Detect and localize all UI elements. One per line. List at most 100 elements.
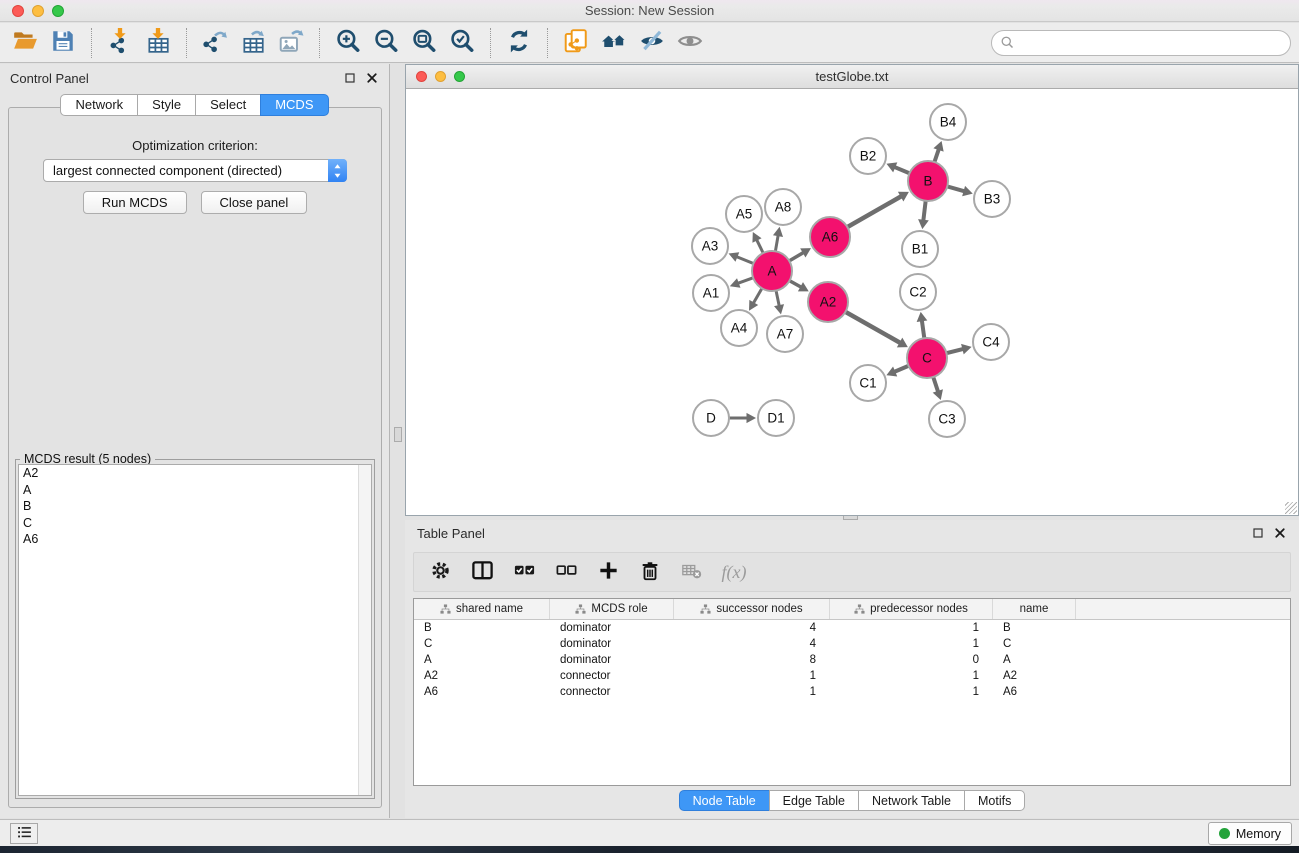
table-cell: connector [550, 668, 674, 684]
result-list-scrollbar[interactable] [358, 465, 371, 795]
svg-text:A7: A7 [777, 327, 794, 342]
graph-node-B4[interactable]: B4 [930, 104, 966, 140]
graph-node-A7[interactable]: A7 [767, 316, 803, 352]
graph-node-B1[interactable]: B1 [902, 231, 938, 267]
graph-node-B2[interactable]: B2 [850, 138, 886, 174]
run-mcds-button[interactable]: Run MCDS [83, 191, 187, 214]
vertical-splitter-grip[interactable] [394, 427, 402, 442]
table-cell: 8 [674, 652, 830, 668]
trash-button[interactable] [636, 558, 664, 586]
tab-edge-table[interactable]: Edge Table [769, 790, 859, 811]
column-header-mcds-role[interactable]: MCDS role [550, 599, 674, 619]
resize-grip-icon[interactable] [1285, 502, 1297, 514]
graph-node-A5[interactable]: A5 [726, 196, 762, 232]
table-row[interactable]: A2connector11A2 [414, 668, 1290, 684]
svg-text:A8: A8 [775, 200, 792, 215]
import-table-button[interactable] [141, 26, 175, 60]
float-panel-button[interactable] [343, 71, 357, 85]
tab-style[interactable]: Style [137, 94, 196, 116]
split-view-button[interactable] [468, 558, 496, 586]
tab-select[interactable]: Select [195, 94, 261, 116]
memory-button[interactable]: Memory [1208, 822, 1292, 845]
graph-node-C4[interactable]: C4 [973, 324, 1009, 360]
show-all-button[interactable] [673, 26, 707, 60]
tab-network-table[interactable]: Network Table [858, 790, 965, 811]
network-canvas[interactable]: B4 B2 B B3 A5 A8 A6 A3 B1 A C2 A1 A2 A4 A7 C4 C C1 C3 D D1 [406, 89, 1298, 515]
network-column-icon [700, 604, 711, 615]
result-list-item[interactable]: C [19, 515, 371, 532]
result-list-item[interactable]: A6 [19, 531, 371, 548]
network-window-titlebar[interactable]: testGlobe.txt [406, 65, 1298, 89]
graph-node-C1[interactable]: C1 [850, 365, 886, 401]
graph-node-A[interactable]: A [752, 251, 792, 291]
network-column-icon [575, 604, 586, 615]
zoom-selected-button[interactable] [445, 26, 479, 60]
task-history-button[interactable] [10, 823, 38, 844]
mcds-result-list[interactable]: A2ABCA6 [18, 464, 372, 796]
graph-node-A8[interactable]: A8 [765, 189, 801, 225]
float-table-panel-button[interactable] [1251, 526, 1265, 540]
zoom-in-button[interactable] [331, 26, 365, 60]
result-list-item[interactable]: A [19, 482, 371, 499]
hide-selected-button[interactable] [635, 26, 669, 60]
graph-node-A4[interactable]: A4 [721, 310, 757, 346]
add-button[interactable] [594, 558, 622, 586]
search-input[interactable] [1020, 33, 1290, 53]
export-table-button[interactable] [236, 26, 270, 60]
zoom-fit-button[interactable] [407, 26, 441, 60]
search-box[interactable] [991, 30, 1291, 56]
deselect-all-icon [555, 559, 578, 585]
graph-node-B3[interactable]: B3 [974, 181, 1010, 217]
zoom-out-button[interactable] [369, 26, 403, 60]
graph-node-A2[interactable]: A2 [808, 282, 848, 322]
network-column-icon [440, 604, 451, 615]
select-all-button[interactable] [510, 558, 538, 586]
refresh-button[interactable] [502, 26, 536, 60]
open-session-button[interactable] [8, 26, 42, 60]
table-cell: A6 [414, 684, 550, 700]
graph-node-C[interactable]: C [907, 338, 947, 378]
network-column-icon [854, 604, 865, 615]
graph-node-C2[interactable]: C2 [900, 274, 936, 310]
tab-motifs[interactable]: Motifs [964, 790, 1025, 811]
clone-network-button[interactable] [559, 26, 593, 60]
column-header-shared-name[interactable]: shared name [414, 599, 550, 619]
tab-network[interactable]: Network [60, 94, 138, 116]
table-cell: dominator [550, 620, 674, 636]
tab-node-table[interactable]: Node Table [679, 790, 770, 811]
table-row[interactable]: Adominator80A [414, 652, 1290, 668]
open-session-icon [12, 28, 38, 57]
table-panel-title: Table Panel [417, 526, 1251, 541]
graph-node-D1[interactable]: D1 [758, 400, 794, 436]
table-row[interactable]: Cdominator41C [414, 636, 1290, 652]
svg-text:B1: B1 [912, 242, 929, 257]
export-image-button[interactable] [274, 26, 308, 60]
criterion-dropdown[interactable]: largest connected component (directed) [43, 159, 347, 182]
graph-node-B[interactable]: B [908, 161, 948, 201]
result-list-item[interactable]: B [19, 498, 371, 515]
table-row[interactable]: Bdominator41B [414, 620, 1290, 636]
gear-button[interactable] [426, 558, 454, 586]
deselect-all-button[interactable] [552, 558, 580, 586]
graph-node-D[interactable]: D [693, 400, 729, 436]
graph-node-C3[interactable]: C3 [929, 401, 965, 437]
close-table-panel-button[interactable] [1273, 526, 1287, 540]
import-network-button[interactable] [103, 26, 137, 60]
home-button[interactable] [597, 26, 631, 60]
column-header-name[interactable]: name [993, 599, 1076, 619]
export-network-button[interactable] [198, 26, 232, 60]
graph-node-A3[interactable]: A3 [692, 228, 728, 264]
table-row[interactable]: A6connector11A6 [414, 684, 1290, 700]
graph-node-A1[interactable]: A1 [693, 275, 729, 311]
column-header-successor-nodes[interactable]: successor nodes [674, 599, 830, 619]
column-header-label: name [1020, 603, 1049, 615]
close-panel-button[interactable] [365, 71, 379, 85]
table-cell: dominator [550, 652, 674, 668]
close-panel-action-button[interactable]: Close panel [201, 191, 308, 214]
result-list-item[interactable]: A2 [19, 465, 371, 482]
graph-node-A6[interactable]: A6 [810, 217, 850, 257]
save-session-button[interactable] [46, 26, 80, 60]
svg-text:A1: A1 [703, 286, 720, 301]
column-header-predecessor-nodes[interactable]: predecessor nodes [830, 599, 993, 619]
tab-mcds[interactable]: MCDS [260, 94, 328, 116]
